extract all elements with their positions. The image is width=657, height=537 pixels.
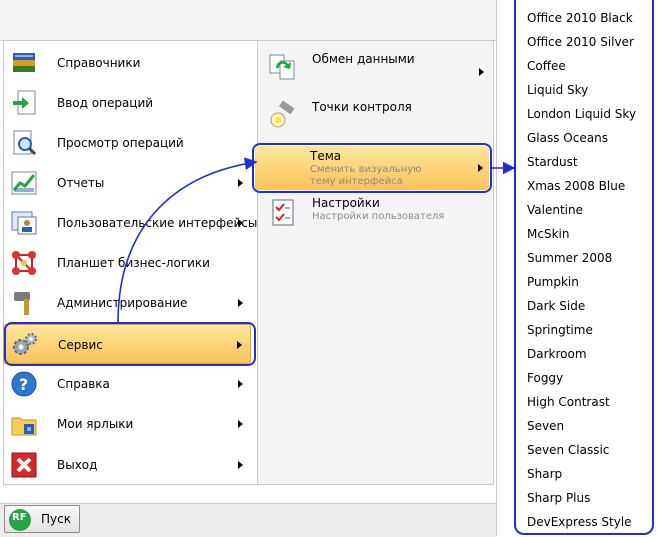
skin-item[interactable]: Seven Classic xyxy=(527,438,609,462)
skin-item[interactable]: Coffee xyxy=(527,54,566,78)
flashlight-icon xyxy=(268,100,298,130)
skin-item[interactable]: Springtime xyxy=(527,318,593,342)
submenu-arrow-icon xyxy=(478,164,483,172)
skin-item[interactable]: Summer 2008 xyxy=(527,246,612,270)
submenu-arrow-icon xyxy=(238,299,243,307)
menu-item-help[interactable]: ? Справка xyxy=(3,364,251,404)
chart-icon xyxy=(10,169,38,197)
menu-item-label: Выход xyxy=(57,458,98,472)
menu-item-directories[interactable]: Справочники xyxy=(3,43,251,83)
menu-item-label: Ввод операций xyxy=(57,96,154,110)
submenu-item-description: Настройки пользователя xyxy=(312,211,445,222)
submenu-item-data-exchange[interactable]: Обмен данными xyxy=(262,46,490,90)
skin-item[interactable]: Glass Oceans xyxy=(527,126,608,150)
menu-item-reports[interactable]: Отчеты xyxy=(3,163,251,203)
skin-item[interactable]: Sharp xyxy=(527,462,562,486)
skin-item[interactable]: McSkin xyxy=(527,222,569,246)
menu-item-label: Просмотр операций xyxy=(57,136,184,150)
logo-text: RF xyxy=(12,512,27,523)
molecule-icon xyxy=(10,249,38,277)
skin-item[interactable]: Stardust xyxy=(527,150,578,174)
skin-item[interactable]: Liquid Sky xyxy=(527,78,588,102)
start-button-label: Пуск xyxy=(41,512,71,526)
menu-item-user-interfaces[interactable]: Пользовательские интерфейсы xyxy=(3,203,257,243)
skin-item[interactable]: DevExpress Style xyxy=(527,510,632,534)
skin-item[interactable]: Office 2010 Black xyxy=(527,6,633,30)
menu-item-label: Администрирование xyxy=(57,296,188,310)
menu-item-label: Мои ярлыки xyxy=(57,417,134,431)
skin-item[interactable]: Valentine xyxy=(527,198,583,222)
menu-item-enter-operations[interactable]: Ввод операций xyxy=(3,83,251,123)
submenu-item-settings[interactable]: Настройки Настройки пользователя xyxy=(262,192,490,232)
skin-item[interactable]: Foggy xyxy=(527,366,563,390)
submenu-arrow-icon xyxy=(237,341,242,349)
menu-item-label: Справка xyxy=(57,377,110,391)
menu-item-label: Отчеты xyxy=(57,176,105,190)
submenu-arrow-icon xyxy=(238,179,243,187)
submenu-arrow-icon xyxy=(238,461,243,469)
skin-item[interactable]: High Contrast xyxy=(527,390,610,414)
settings-checklist-icon xyxy=(268,198,298,228)
shortcuts-folder-icon xyxy=(10,410,38,438)
menu-item-service[interactable]: Сервис xyxy=(3,324,251,364)
submenu-item-description: Сменить визуальную тему интерфейса xyxy=(310,164,422,187)
books-icon xyxy=(10,49,38,77)
submenu-item-label: Обмен данными xyxy=(312,52,415,66)
document-enter-icon xyxy=(10,89,38,117)
menu-item-administration[interactable]: Администрирование xyxy=(3,283,251,323)
gears-icon xyxy=(11,331,39,359)
menu-item-label: Пользовательские интерфейсы xyxy=(57,216,258,230)
submenu-arrow-icon xyxy=(238,420,243,428)
app-logo-icon: RF xyxy=(9,509,31,531)
menu-item-label: Справочники xyxy=(57,56,141,70)
submenu-arrow-icon xyxy=(479,68,484,76)
skin-item[interactable]: Darkroom xyxy=(527,342,587,366)
submenu-item-label: Тема xyxy=(310,149,342,163)
skin-item[interactable]: Pumpkin xyxy=(527,270,579,294)
document-search-icon xyxy=(10,129,38,157)
submenu-arrow-icon xyxy=(238,380,243,388)
menu-item-exit[interactable]: Выход xyxy=(3,445,251,485)
submenu-item-label: Точки контроля xyxy=(312,100,412,114)
submenu-item-label: Настройки xyxy=(312,196,380,210)
user-interface-icon xyxy=(10,209,38,237)
skin-item[interactable]: Seven xyxy=(527,414,564,438)
skin-item[interactable]: Office 2010 Silver xyxy=(527,30,634,54)
menu-item-my-shortcuts[interactable]: Мои ярлыки xyxy=(3,404,251,444)
hammer-icon xyxy=(10,289,38,317)
window-background xyxy=(0,0,496,41)
skin-item[interactable]: Sharp Plus xyxy=(527,486,590,510)
data-exchange-icon xyxy=(268,52,298,82)
skin-item[interactable]: Xmas 2008 Blue xyxy=(527,174,625,198)
submenu-item-checkpoints[interactable]: Точки контроля xyxy=(262,94,490,138)
submenu-item-theme[interactable]: Тема Сменить визуальную тему интерфейса xyxy=(255,146,489,190)
menu-item-view-operations[interactable]: Просмотр операций xyxy=(3,123,251,163)
help-icon: ? xyxy=(10,370,38,398)
skin-item[interactable]: London Liquid Sky xyxy=(527,102,636,126)
menu-item-business-logic[interactable]: Планшет бизнес-логики xyxy=(3,243,251,283)
start-button[interactable]: RF Пуск xyxy=(4,505,80,533)
svg-text:?: ? xyxy=(19,375,28,394)
exit-icon xyxy=(10,451,38,479)
menu-item-label: Сервис xyxy=(58,338,103,352)
menu-item-label: Планшет бизнес-логики xyxy=(57,256,210,270)
skin-item[interactable]: Dark Side xyxy=(527,294,585,318)
submenu-arrow-icon xyxy=(238,219,243,227)
